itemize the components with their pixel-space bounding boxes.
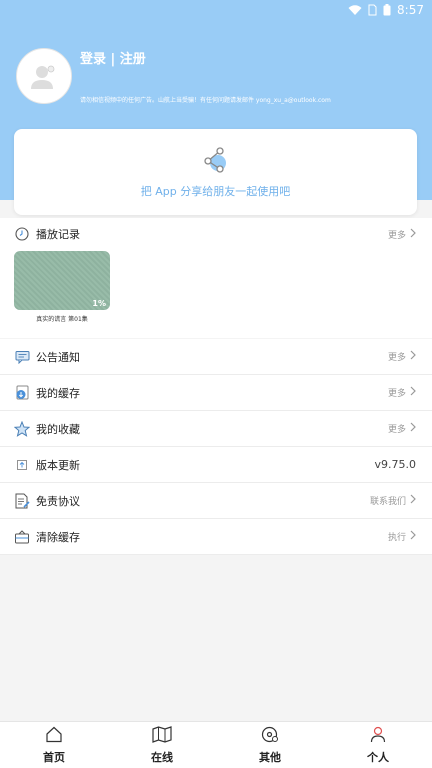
- tab-online[interactable]: 在线: [108, 722, 216, 768]
- execute-link: 执行: [387, 533, 406, 543]
- my-cache-more: 更多: [387, 389, 406, 399]
- wifi-icon: [348, 4, 362, 16]
- menu-item-version-update[interactable]: 版本更新 v9.75.0: [0, 447, 432, 483]
- share-icon: [202, 145, 230, 177]
- play-history-more-link[interactable]: 更多: [388, 228, 406, 241]
- disc-icon: [261, 726, 279, 747]
- chevron-right-icon: [410, 350, 416, 363]
- menu-item-clear-cache[interactable]: 清除缓存 执行: [0, 519, 432, 555]
- menu-item-my-cache[interactable]: 我的缓存 更多: [0, 375, 432, 411]
- tab-other-label: 其他: [259, 750, 281, 764]
- chevron-right-icon: [410, 386, 416, 399]
- bottom-navigation: 首页 在线 其他 个人: [0, 721, 432, 768]
- watch-progress: 1%: [92, 299, 106, 308]
- sim-icon: [368, 4, 377, 16]
- settings-menu: 公告通知 更多 我的缓存 更多 我的收藏 更多 版本更新 v9.75.0 免责协…: [0, 339, 432, 555]
- avatar[interactable]: [16, 48, 72, 104]
- history-thumbnail[interactable]: 1%: [14, 251, 110, 310]
- tab-online-label: 在线: [151, 750, 173, 764]
- download-icon: [14, 385, 30, 401]
- disclaimer-label: 免责协议: [36, 494, 80, 508]
- favorites-label: 我的收藏: [36, 422, 80, 436]
- announcements-more: 更多: [387, 353, 406, 363]
- my-cache-label: 我的缓存: [36, 386, 80, 400]
- tab-home[interactable]: 首页: [0, 722, 108, 768]
- contact-us-link: 联系我们: [369, 497, 406, 507]
- status-bar: 8:57: [0, 0, 432, 20]
- play-history-title: 播放记录: [36, 228, 80, 241]
- clear-cache-label: 清除缓存: [36, 530, 80, 544]
- play-history-header[interactable]: 播放记录 更多: [0, 218, 432, 250]
- clock: 8:57: [397, 3, 424, 17]
- history-item-title[interactable]: 真实的谎言 第01集: [14, 316, 110, 324]
- tab-other[interactable]: 其他: [216, 722, 324, 768]
- tab-profile-label: 个人: [367, 750, 389, 764]
- play-history-section: 播放记录 更多 1% 真实的谎言 第01集: [0, 218, 432, 338]
- tab-home-label: 首页: [43, 750, 65, 764]
- update-icon: [14, 457, 30, 473]
- broom-basket-icon: [14, 529, 30, 545]
- battery-icon: [383, 4, 391, 16]
- ad-warning-notice: 请勿相信视频中的任何广告。山航上当受骗！有任何问题请发邮件 yong_xu_a@…: [80, 97, 331, 104]
- chevron-right-icon: [410, 530, 416, 543]
- chevron-right-icon: [410, 494, 416, 507]
- tab-profile[interactable]: 个人: [324, 722, 432, 768]
- favorites-more: 更多: [387, 425, 406, 435]
- star-icon: [14, 420, 30, 437]
- menu-item-favorites[interactable]: 我的收藏 更多: [0, 411, 432, 447]
- version-number: v9.75.0: [374, 458, 417, 471]
- version-update-label: 版本更新: [36, 458, 80, 472]
- person-icon: [370, 726, 386, 747]
- menu-item-announcements[interactable]: 公告通知 更多: [0, 339, 432, 375]
- document-edit-icon: [14, 493, 30, 509]
- message-icon: [14, 349, 30, 365]
- clock-icon: [14, 226, 30, 242]
- announcements-label: 公告通知: [36, 350, 80, 364]
- home-icon: [45, 726, 63, 747]
- share-app-text: 把 App 分享给朋友一起使用吧: [140, 185, 291, 198]
- chevron-right-icon: [410, 228, 416, 241]
- menu-item-disclaimer[interactable]: 免责协议 联系我们: [0, 483, 432, 519]
- user-silhouette-icon: [31, 65, 55, 89]
- share-app-card[interactable]: 把 App 分享给朋友一起使用吧: [14, 129, 417, 215]
- map-icon: [152, 725, 172, 747]
- chevron-right-icon: [410, 422, 416, 435]
- login-register-link[interactable]: 登录 | 注册: [80, 48, 146, 67]
